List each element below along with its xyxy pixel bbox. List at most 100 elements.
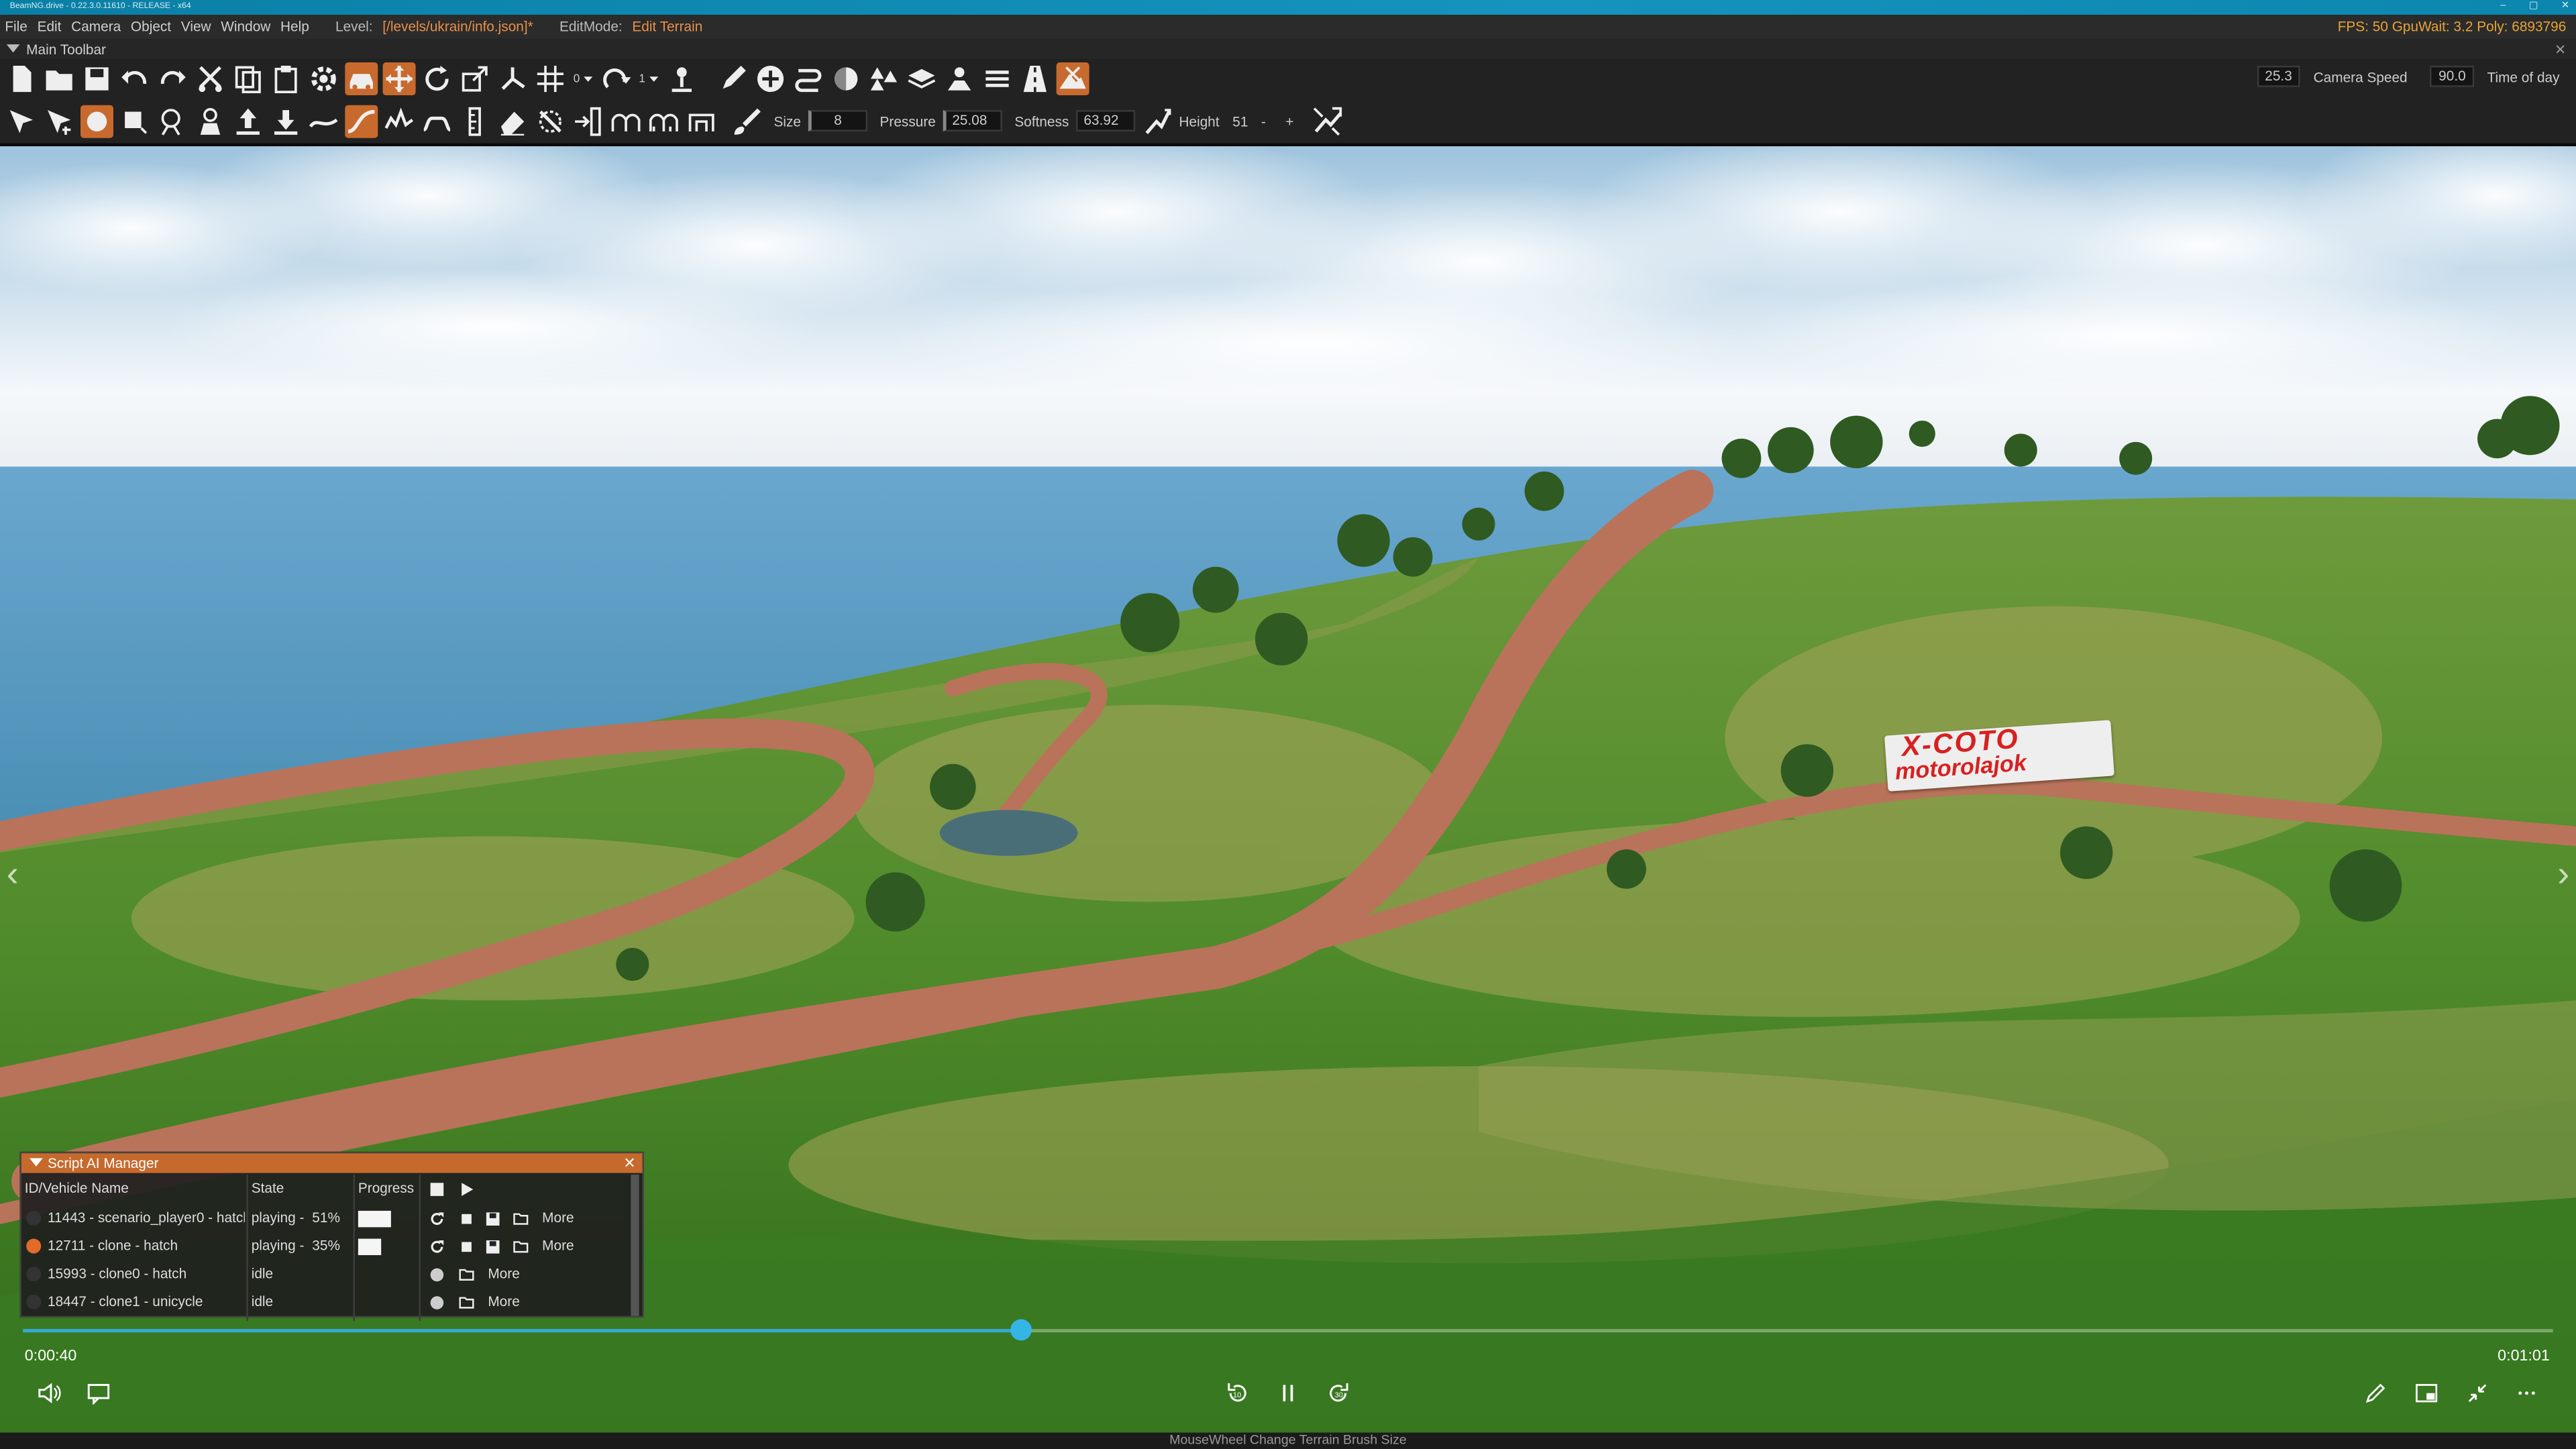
menu-edit[interactable]: Edit xyxy=(32,15,66,40)
more-button[interactable]: More xyxy=(488,1260,519,1288)
slope-terrain-icon[interactable] xyxy=(345,104,378,138)
more-button[interactable]: More xyxy=(488,1288,519,1316)
river-icon[interactable] xyxy=(981,62,1014,95)
record-icon[interactable] xyxy=(427,1265,445,1283)
select-radio[interactable] xyxy=(26,1294,42,1309)
dropdown-icon[interactable] xyxy=(647,62,660,95)
folder-icon[interactable] xyxy=(457,1293,475,1311)
close-icon[interactable]: ✕ xyxy=(2555,40,2566,59)
column-name[interactable]: ID/Vehicle Name xyxy=(25,1175,129,1203)
vehicle-icon[interactable] xyxy=(345,62,378,96)
stop-icon[interactable] xyxy=(457,1237,475,1255)
save-icon[interactable] xyxy=(483,1237,501,1255)
eraser-icon[interactable] xyxy=(496,105,529,138)
terrain-flatten-tool-icon[interactable] xyxy=(1310,105,1343,138)
folder-icon[interactable] xyxy=(457,1265,475,1283)
snap-value-1[interactable]: 0 xyxy=(574,73,580,85)
height-value[interactable]: 51 xyxy=(1232,113,1248,129)
collapse-icon[interactable] xyxy=(30,1158,43,1167)
restart-icon[interactable] xyxy=(427,1209,445,1227)
table-row[interactable]: 18447 - clone1 - unicycle idle More xyxy=(21,1288,639,1316)
collapse-icon[interactable] xyxy=(6,44,20,53)
adjust-height-icon[interactable] xyxy=(610,105,643,138)
folder-icon[interactable] xyxy=(511,1237,529,1255)
main-toolbar-header[interactable]: Main Toolbar ✕ xyxy=(0,39,2576,60)
select-radio[interactable] xyxy=(26,1267,42,1282)
exit-fullscreen-icon[interactable] xyxy=(2464,1380,2490,1406)
settings-icon[interactable] xyxy=(307,62,340,95)
set-empty-icon[interactable] xyxy=(572,105,604,138)
smooth-terrain-icon[interactable] xyxy=(307,105,340,138)
redo-icon[interactable] xyxy=(156,62,189,95)
rotate-snap-icon[interactable] xyxy=(600,62,633,95)
menu-view[interactable]: View xyxy=(176,15,215,40)
translate-gizmo-icon[interactable] xyxy=(382,62,416,96)
seek-bar[interactable] xyxy=(23,1319,2553,1341)
previous-arrow-icon[interactable]: ‹ xyxy=(7,853,19,896)
scrollbar[interactable] xyxy=(631,1175,639,1316)
lower-height-icon[interactable] xyxy=(270,105,303,138)
restart-icon[interactable] xyxy=(427,1237,445,1255)
save-icon[interactable] xyxy=(483,1209,501,1227)
table-row[interactable]: 15993 - clone0 - hatch idle More xyxy=(21,1260,639,1288)
raise-height-icon[interactable] xyxy=(231,105,264,138)
new-file-icon[interactable] xyxy=(5,62,38,95)
terrain-material-icon[interactable] xyxy=(905,62,938,95)
table-row[interactable]: 12711 - clone - hatch playing - 35% More xyxy=(21,1232,639,1260)
close-icon[interactable]: ✕ xyxy=(623,1153,635,1173)
select-add-icon[interactable] xyxy=(43,105,76,138)
select-terrain-icon[interactable] xyxy=(5,105,38,138)
minimize-button[interactable]: – xyxy=(2500,0,2506,15)
rotate-gizmo-icon[interactable] xyxy=(421,62,453,95)
terrain-editor-icon[interactable] xyxy=(1056,62,1089,96)
snap-axis-icon[interactable] xyxy=(496,62,529,95)
noise-terrain-icon[interactable] xyxy=(383,105,416,138)
edit-pen-icon[interactable] xyxy=(2363,1380,2389,1406)
menu-file[interactable]: File xyxy=(0,15,32,40)
thermal-erosion-icon[interactable] xyxy=(647,105,680,138)
folder-icon[interactable] xyxy=(511,1209,529,1227)
more-button[interactable]: More xyxy=(542,1232,574,1260)
more-options-icon[interactable] xyxy=(2514,1380,2540,1406)
height-pick-icon[interactable] xyxy=(1141,105,1174,138)
alpha-brush-icon[interactable] xyxy=(685,105,718,138)
mini-player-icon[interactable] xyxy=(2414,1380,2440,1406)
record-icon[interactable] xyxy=(427,1293,445,1311)
mesh-road-icon[interactable] xyxy=(943,62,975,95)
decal-icon[interactable] xyxy=(829,62,862,95)
brush-size-input[interactable]: 8 xyxy=(807,110,867,131)
paste-icon[interactable] xyxy=(270,62,303,95)
next-arrow-icon[interactable]: › xyxy=(2557,853,2569,896)
play-all-icon[interactable] xyxy=(457,1179,475,1197)
height-decrement[interactable]: - xyxy=(1261,113,1266,129)
close-window-button[interactable]: ✕ xyxy=(2561,0,2569,15)
brush-paint-icon[interactable] xyxy=(729,105,762,138)
set-height-icon[interactable] xyxy=(458,105,491,138)
forest-icon[interactable] xyxy=(867,62,900,95)
scale-gizmo-icon[interactable] xyxy=(458,62,491,95)
copy-icon[interactable] xyxy=(231,62,264,95)
brush-square-icon[interactable] xyxy=(118,105,151,138)
snap-value-2[interactable]: 1 xyxy=(639,73,645,85)
time-of-day-input[interactable]: 90.0 xyxy=(2430,65,2474,87)
skip-back-10-icon[interactable]: 10 xyxy=(1224,1380,1250,1406)
add-object-icon[interactable] xyxy=(754,62,787,95)
drop-to-ground-icon[interactable] xyxy=(665,62,698,95)
road-icon[interactable] xyxy=(1018,62,1051,95)
smooth-brush-icon[interactable] xyxy=(156,105,189,138)
stop-icon[interactable] xyxy=(457,1209,475,1227)
softness-input[interactable]: 63.92 xyxy=(1075,110,1135,131)
height-increment[interactable]: + xyxy=(1285,113,1293,129)
pencil-icon[interactable] xyxy=(716,62,749,95)
menu-help[interactable]: Help xyxy=(276,15,315,40)
brush-circle-icon[interactable] xyxy=(80,104,113,138)
pressure-input[interactable]: 25.08 xyxy=(942,110,1002,131)
column-state[interactable]: State xyxy=(252,1175,284,1203)
select-radio[interactable] xyxy=(26,1210,42,1226)
seek-handle[interactable] xyxy=(1010,1319,1032,1341)
menu-window[interactable]: Window xyxy=(216,15,276,40)
column-progress[interactable]: Progress xyxy=(358,1175,414,1203)
cut-icon[interactable] xyxy=(194,62,227,95)
select-radio[interactable] xyxy=(26,1238,42,1254)
panel-header[interactable]: Script AI Manager ✕ xyxy=(21,1153,643,1173)
